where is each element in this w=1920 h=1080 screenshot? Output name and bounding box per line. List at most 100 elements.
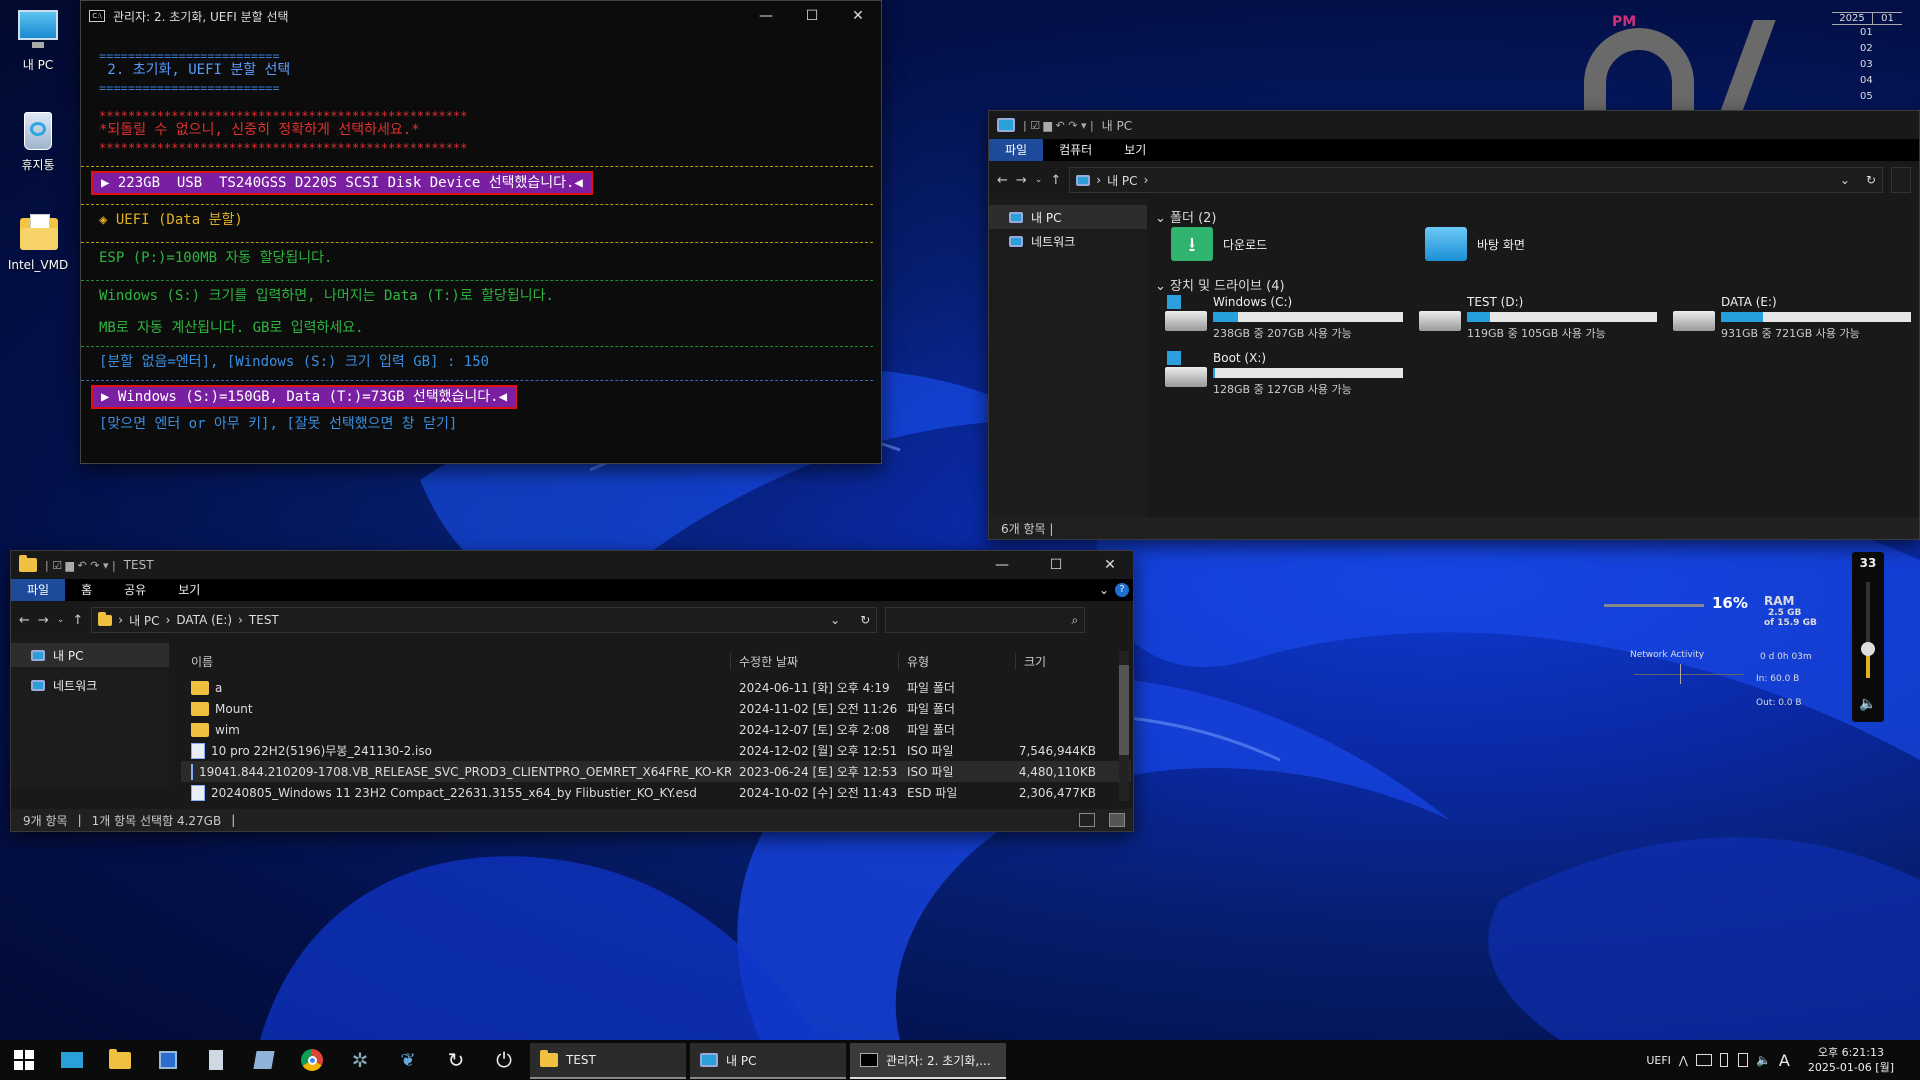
maximize-button[interactable]: ☐ (789, 1, 835, 31)
quick-access-toolbar[interactable]: | ☑ ▆ ↶ ↷ ▾ | (1023, 119, 1094, 132)
scrollbar-thumb[interactable] (1119, 665, 1129, 755)
minimize-button[interactable]: — (743, 1, 789, 31)
drive-item[interactable]: TEST (D:) 119GB 중 105GB 사용 가능 (1419, 295, 1669, 341)
taskbar-app-bird[interactable]: ❦ (384, 1040, 432, 1080)
taskbar-task-test[interactable]: TEST (530, 1043, 686, 1079)
nav-item-network[interactable]: 네트워크 (989, 229, 1147, 253)
maximize-button[interactable]: ☐ (1033, 550, 1079, 580)
tab-view[interactable]: 보기 (1108, 139, 1162, 161)
tab-view[interactable]: 보기 (162, 579, 216, 601)
column-header-name[interactable]: 이름 (181, 652, 731, 670)
taskbar-app-tool[interactable]: ✲ (336, 1040, 384, 1080)
breadcrumb-item[interactable]: TEST (249, 613, 279, 627)
refresh-icon[interactable]: ↻ (860, 613, 870, 627)
usb-icon[interactable] (1719, 1053, 1728, 1067)
close-button[interactable]: ✕ (1087, 550, 1133, 580)
table-row[interactable]: 20240805_Windows 11 23H2 Compact_22631.3… (181, 782, 1131, 803)
tab-file[interactable]: 파일 (989, 139, 1044, 161)
volume-widget[interactable]: 33 🔈 (1852, 552, 1884, 722)
desktop-icon-intel-vmd[interactable]: Intel_VMD (0, 210, 76, 272)
network-icon[interactable] (1695, 1054, 1712, 1066)
taskbar-app-calculator[interactable] (192, 1040, 240, 1080)
back-icon[interactable]: ← (19, 613, 30, 628)
drive-item[interactable]: Windows (C:) 238GB 중 207GB 사용 가능 (1165, 295, 1415, 341)
breadcrumb[interactable]: 내 PC (1107, 172, 1137, 189)
nav-item-this-pc[interactable]: 내 PC (11, 643, 169, 667)
search-input[interactable]: ⌕ (885, 607, 1086, 633)
vertical-scrollbar[interactable] (1119, 651, 1129, 801)
chevron-down-icon[interactable]: ⌄ (830, 613, 840, 627)
table-row-selected[interactable]: 19041.844.210209-1708.VB_RELEASE_SVC_PRO… (181, 761, 1131, 782)
large-icons-view-icon[interactable] (1109, 813, 1125, 827)
ribbon-tabs[interactable]: 파일 컴퓨터 보기 (989, 139, 1919, 161)
close-button[interactable]: ✕ (835, 1, 881, 31)
section-header-folders[interactable]: ⌄ 폴더 (2) (1155, 207, 1217, 226)
table-row[interactable]: Mount 2024-11-02 [토] 오전 11:26 파일 폴더 (181, 698, 1131, 719)
taskbar-app-save[interactable] (144, 1040, 192, 1080)
tab-file[interactable]: 파일 (11, 579, 66, 601)
up-icon[interactable]: ↑ (72, 613, 83, 628)
explorer-titlebar[interactable]: | ☑ ▆ ↶ ↷ ▾ | TEST — ☐ ✕ (11, 551, 1133, 579)
details-view-icon[interactable] (1079, 813, 1095, 827)
taskbar-task-this-pc[interactable]: 내 PC (690, 1043, 846, 1079)
taskbar-app-power[interactable]: ⏻ (480, 1040, 528, 1080)
console-titlebar[interactable]: C:\ 관리자: 2. 초기화, UEFI 분할 선택 — ☐ ✕ (81, 1, 881, 31)
column-header-date[interactable]: 수정한 날짜 (731, 652, 899, 670)
desktop-icon-this-pc[interactable]: 내 PC (0, 8, 76, 73)
address-box[interactable]: › 내 PC › DATA (E:) › TEST ⌄ ↻ (91, 607, 878, 633)
taskbar-app-explorer[interactable] (96, 1040, 144, 1080)
folder-item-downloads[interactable]: ⭳ 다운로드 (1171, 227, 1391, 261)
taskbar-app-notes[interactable] (240, 1040, 288, 1080)
start-button[interactable] (0, 1040, 48, 1080)
chevron-down-icon[interactable]: ⌄ (1035, 175, 1043, 185)
taskbar-app-desktop[interactable] (48, 1040, 96, 1080)
folder-label: 다운로드 (1223, 237, 1268, 252)
folder-item-desktop[interactable]: 바탕 화면 (1425, 227, 1645, 261)
breadcrumb-item[interactable]: DATA (E:) (176, 613, 232, 627)
explorer-window-this-pc[interactable]: | ☑ ▆ ↶ ↷ ▾ | 내 PC 파일 컴퓨터 보기 ← → ⌄ ↑ › 내… (988, 110, 1920, 540)
explorer-window-test[interactable]: | ☑ ▆ ↶ ↷ ▾ | TEST — ☐ ✕ 파일 홈 공유 보기 ⌄ ? … (10, 550, 1134, 832)
chevron-down-icon[interactable]: ⌄ (1840, 173, 1850, 187)
ime-indicator[interactable]: A (1779, 1051, 1790, 1070)
table-row[interactable]: wim 2024-12-07 [토] 오후 2:08 파일 폴더 (181, 719, 1131, 740)
table-row[interactable]: 10 pro 22H2(5196)무봉_241130-2.iso 2024-12… (181, 740, 1131, 761)
drive-item[interactable]: DATA (E:) 931GB 중 721GB 사용 가능 (1673, 295, 1920, 341)
battery-icon[interactable] (1737, 1053, 1748, 1067)
tray-chevron-icon[interactable]: ⋀ (1679, 1054, 1688, 1067)
desktop-icon-recycle-bin[interactable]: 휴지통 (0, 108, 76, 173)
ribbon-tabs[interactable]: 파일 홈 공유 보기 ⌄ ? (11, 579, 1133, 601)
taskbar-app-restart[interactable]: ↻ (432, 1040, 480, 1080)
volume-slider[interactable] (1866, 582, 1870, 678)
up-icon[interactable]: ↑ (1050, 173, 1061, 188)
nav-item-this-pc[interactable]: 내 PC (989, 205, 1147, 229)
column-header-type[interactable]: 유형 (899, 652, 1016, 670)
explorer-titlebar[interactable]: | ☑ ▆ ↶ ↷ ▾ | 내 PC (989, 111, 1919, 139)
address-box[interactable]: › 내 PC › ⌄ ↻ (1069, 167, 1883, 193)
minimize-button[interactable]: — (979, 550, 1025, 580)
section-header-drives[interactable]: ⌄ 장치 및 드라이브 (4) (1155, 275, 1285, 294)
nav-item-network[interactable]: 네트워크 (11, 673, 169, 697)
quick-access-toolbar[interactable]: | ☑ ▆ ↶ ↷ ▾ | (45, 559, 116, 572)
tab-share[interactable]: 공유 (108, 579, 162, 601)
tab-computer[interactable]: 컴퓨터 (1043, 139, 1108, 161)
taskbar-app-chrome[interactable] (288, 1040, 336, 1080)
forward-icon[interactable]: → (38, 613, 49, 628)
speaker-icon[interactable]: 🔈 (1852, 696, 1884, 712)
help-icon[interactable]: ? (1115, 583, 1129, 597)
volume-icon[interactable]: 🔈 (1756, 1053, 1771, 1067)
column-header-size[interactable]: 크기 (1016, 653, 1096, 670)
breadcrumb-item[interactable]: 내 PC (129, 612, 159, 629)
table-row[interactable]: a 2024-06-11 [화] 오후 4:19 파일 폴더 (181, 677, 1131, 698)
refresh-icon[interactable]: ↻ (1866, 173, 1876, 187)
ribbon-expand-icon[interactable]: ⌄ (1093, 579, 1115, 601)
chevron-down-icon[interactable]: ⌄ (57, 615, 65, 625)
clock[interactable]: 오후 6:21:13 2025-01-06 [월] (1808, 1045, 1894, 1075)
console-window[interactable]: C:\ 관리자: 2. 초기화, UEFI 분할 선택 — ☐ ✕ ======… (80, 0, 882, 464)
tab-home[interactable]: 홈 (65, 579, 108, 601)
taskbar-task-console[interactable]: 관리자: 2. 초기화,... (850, 1043, 1006, 1079)
volume-slider-thumb[interactable] (1861, 642, 1875, 656)
drive-item[interactable]: Boot (X:) 128GB 중 127GB 사용 가능 (1165, 351, 1415, 397)
forward-icon[interactable]: → (1016, 173, 1027, 188)
search-input[interactable] (1891, 167, 1911, 193)
back-icon[interactable]: ← (997, 173, 1008, 188)
